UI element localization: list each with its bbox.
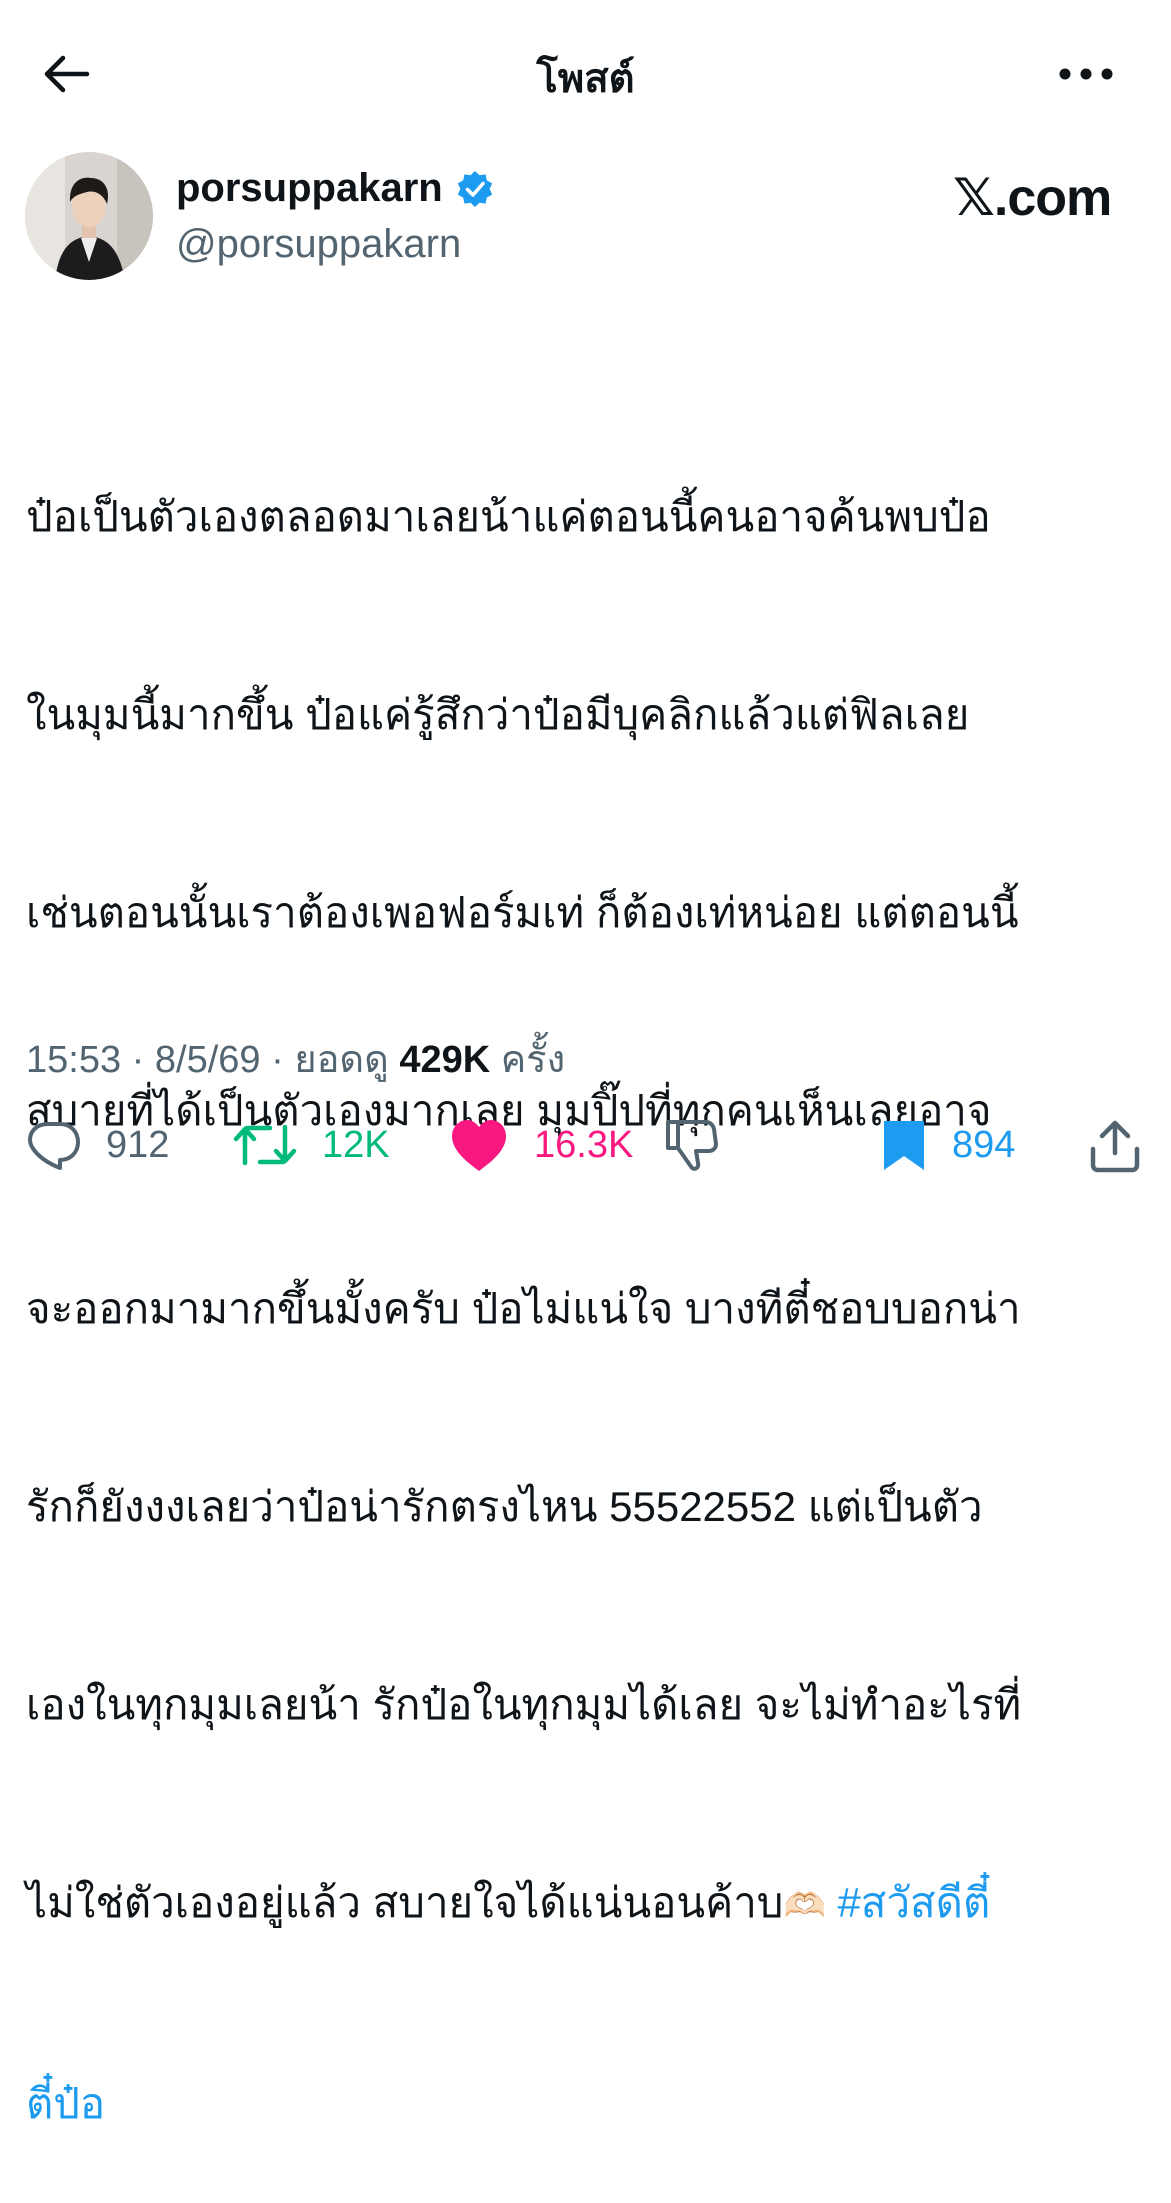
more-horizontal-icon — [1059, 68, 1113, 80]
like-count: 16.3K — [534, 1123, 634, 1166]
share-icon — [1090, 1120, 1140, 1173]
x-com-watermark: 𝕏.com — [953, 169, 1112, 227]
post-line: รักก็ยังงงเลยว่าป๋อน่ารักตรงไหน 55522552… — [26, 1483, 983, 1530]
top-bar: โพสต์ — [0, 0, 1171, 140]
hashtag-link-continued[interactable]: ตี๋ป๋อ — [26, 2071, 1136, 2137]
post-line-text: ไม่ใช่ตัวเองอยู่แล้ว สบายใจได้แน่นอนค้าบ — [26, 1879, 784, 1926]
meta-separator: · — [271, 1039, 284, 1081]
page-title: โพสต์ — [536, 57, 635, 101]
post-body: ป๋อเป็นตัวเองตลอดมาเลยน้าแค่ตอนนี้คนอาจค… — [26, 352, 1136, 2203]
bookmark-count: 894 — [952, 1123, 1016, 1166]
verified-badge-icon — [457, 170, 492, 207]
post-line: ในมุมนี้มากขึ้น ป๋อแค่รู้สึกว่าป๋อมีบุคล… — [26, 691, 970, 738]
author-handle[interactable]: @porsuppakarn — [176, 222, 461, 267]
hashtag-link[interactable]: #สวัสดีตี๋ — [837, 1879, 990, 1926]
display-name-text: porsuppakarn — [176, 166, 443, 210]
profile-photo — [25, 152, 153, 280]
action-bar: 912 12K 16.3K 894 — [0, 1112, 1171, 1182]
bookmark-button[interactable]: 894 — [880, 1112, 1015, 1178]
reply-count: 912 — [106, 1123, 170, 1166]
dislike-button[interactable] — [662, 1112, 720, 1178]
post-meta: 15:53 · 8/5/69 · ยอดดู 429K ครั้ง — [26, 1028, 565, 1089]
repost-count: 12K — [322, 1123, 390, 1166]
post-line: ป๋อเป็นตัวเองตลอดมาเลยน้าแค่ตอนนี้คนอาจค… — [26, 493, 991, 540]
views-count: 429K — [399, 1039, 491, 1081]
views-label: ยอดดู — [294, 1039, 389, 1081]
post-line: จะออกมามากขึ้นมั้งครับ ป๋อไม่แน่ใจ บางที… — [26, 1285, 1021, 1332]
post-time[interactable]: 15:53 — [26, 1039, 121, 1081]
heart-hands-emoji: 🫶🏻 — [783, 1887, 826, 1925]
views-suffix: ครั้ง — [500, 1039, 566, 1081]
post-line-last: ไม่ใช่ตัวเองอยู่แล้ว สบายใจได้แน่นอนค้าบ… — [26, 1870, 1136, 1939]
post-date[interactable]: 8/5/69 — [155, 1039, 261, 1081]
heart-icon — [452, 1120, 506, 1171]
bookmark-icon — [884, 1121, 924, 1170]
like-button[interactable]: 16.3K — [448, 1112, 633, 1178]
post-line: เองในทุกมุมเลยน้า รักป๋อในทุกมุมได้เลย จ… — [26, 1681, 1022, 1728]
author-display-name[interactable]: porsuppakarn — [176, 166, 495, 211]
reply-button[interactable]: 912 — [26, 1112, 169, 1178]
more-options-button[interactable] — [1054, 48, 1118, 100]
thumbs-down-icon — [666, 1120, 718, 1171]
avatar[interactable] — [25, 152, 153, 280]
post-line: เช่นตอนนั้นเราต้องเพอฟอร์มเท่ ก็ต้องเท่ห… — [26, 889, 1019, 936]
meta-separator: · — [131, 1039, 145, 1081]
reply-icon — [28, 1122, 80, 1170]
share-button[interactable] — [1088, 1112, 1142, 1178]
repost-button[interactable]: 12K — [232, 1112, 390, 1178]
repost-icon — [233, 1124, 297, 1166]
